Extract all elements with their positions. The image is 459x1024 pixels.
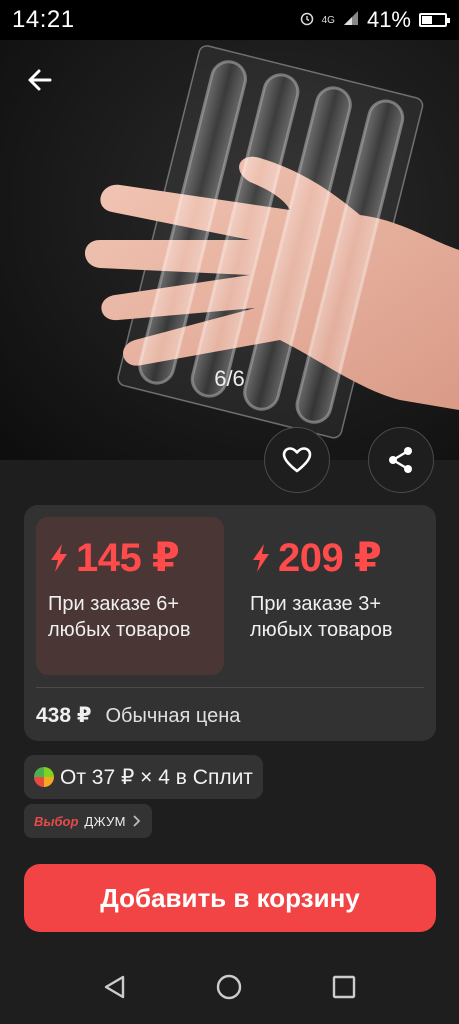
choice-badge[interactable]: Выбор ДЖУМ [24, 804, 152, 838]
back-arrow-icon [28, 69, 52, 91]
add-to-cart-label: Добавить в корзину [100, 882, 360, 913]
tier-condition: При заказе 3+ любых товаров [250, 593, 393, 641]
network-type: 4G [321, 14, 335, 26]
tier-price: 145 ₽ [76, 536, 180, 580]
status-time: 14:21 [12, 6, 75, 33]
choice-brand: Выбор [34, 813, 79, 829]
alarm-icon [300, 12, 314, 29]
status-indicators: 4G 41% [300, 7, 450, 33]
price-tier-3plus[interactable]: 209 ₽ При заказе 3+ любых товаров [238, 517, 426, 675]
product-image[interactable] [0, 40, 459, 460]
split-installment-pill[interactable]: От 37 ₽ × 4 в Сплит [24, 755, 263, 799]
product-photo [85, 45, 459, 439]
status-bar: 14:21 4G 41% [0, 0, 459, 40]
tier-price: 209 ₽ [278, 536, 382, 580]
nav-recents-button[interactable] [327, 970, 361, 1004]
back-button[interactable] [22, 62, 58, 98]
signal-icon [343, 10, 359, 31]
split-text: От 37 ₽ × 4 в Сплит [60, 765, 253, 789]
choice-name: ДЖУМ [84, 813, 126, 829]
nav-home-icon [216, 974, 242, 1000]
lightning-icon [51, 544, 67, 572]
system-nav-bar [0, 950, 459, 1024]
regular-price-row: 438 ₽ Обычная цена [36, 703, 240, 728]
regular-price: 438 ₽ [36, 704, 92, 727]
heart-icon [282, 447, 312, 473]
regular-price-label: Обычная цена [105, 705, 241, 727]
tier-condition: При заказе 6+ любых товаров [48, 593, 191, 641]
nav-back-icon [104, 975, 125, 999]
image-counter: 6/6 [214, 366, 245, 391]
nav-home-button[interactable] [212, 970, 246, 1004]
battery-percent: 41% [366, 7, 411, 32]
share-button[interactable] [368, 427, 434, 493]
nav-back-button[interactable] [98, 970, 132, 1004]
share-icon [389, 447, 412, 473]
chevron-right-icon [133, 815, 141, 827]
favorite-button[interactable] [264, 427, 330, 493]
split-logo-icon [34, 767, 54, 787]
battery-icon [419, 13, 450, 27]
divider [36, 687, 424, 688]
price-tier-6plus[interactable]: 145 ₽ При заказе 6+ любых товаров [36, 517, 224, 675]
lightning-icon [253, 544, 269, 572]
nav-recents-icon [332, 975, 356, 999]
add-to-cart-button[interactable]: Добавить в корзину [24, 864, 436, 932]
price-card: 145 ₽ При заказе 6+ любых товаров 209 ₽ … [24, 505, 436, 741]
